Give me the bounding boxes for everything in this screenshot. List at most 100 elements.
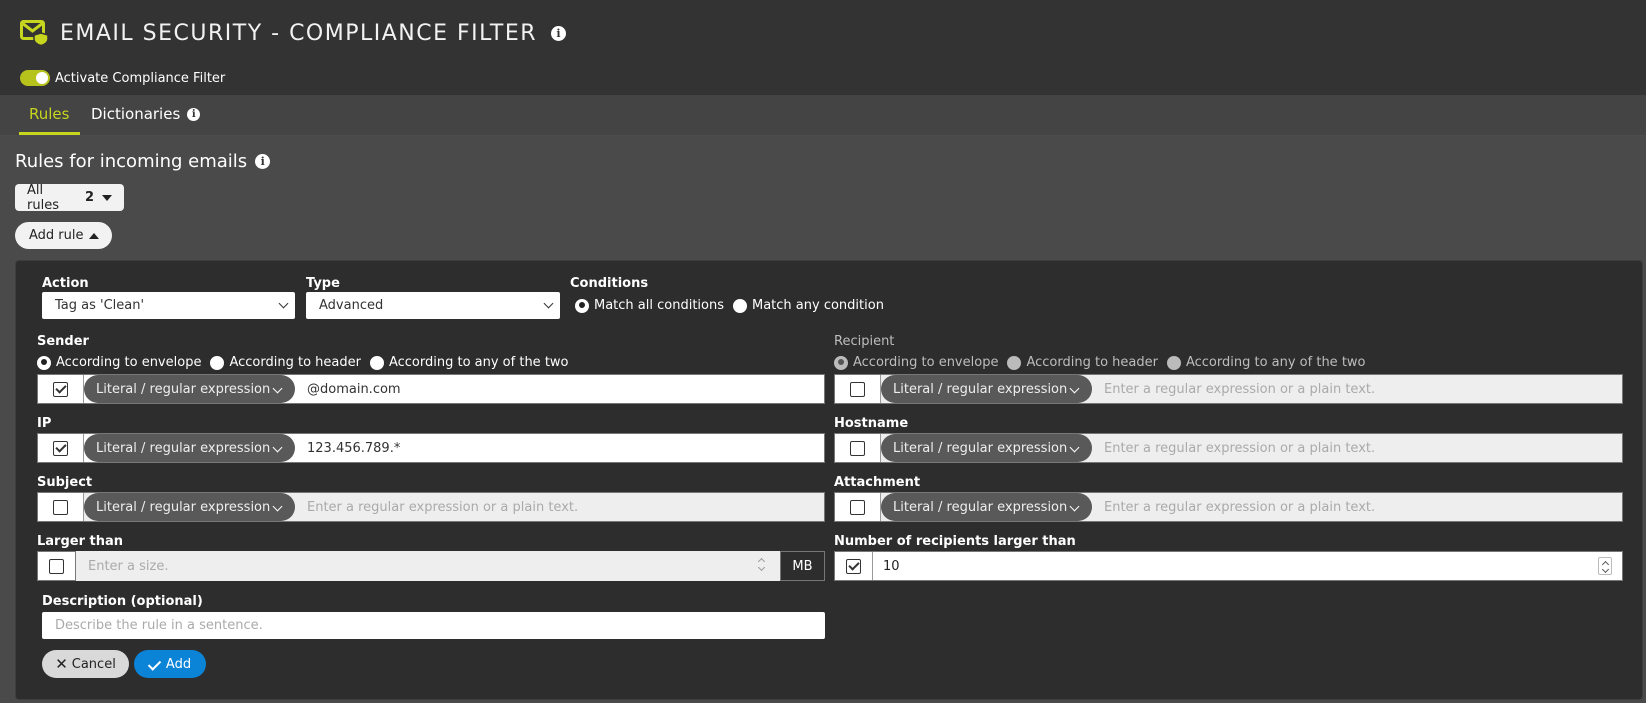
all-rules-label: All rules [27,182,59,213]
subject-input[interactable]: Enter a regular expression or a plain te… [295,493,824,521]
radio-button[interactable] [1007,355,1022,370]
cancel-label: Cancel [71,656,116,672]
chevron-down-icon [272,501,283,512]
recipient-field: Literal / regular expression Enter a reg… [834,374,1623,404]
active-tab-indicator [19,132,80,135]
ip-field: Literal / regular expression 123.456.789… [37,433,825,463]
cancel-button[interactable]: ✕ Cancel [42,650,129,678]
sender-checkbox-cell[interactable] [38,375,84,403]
page-title: EMAIL SECURITY - COMPLIANCE FILTER [60,20,538,46]
recipient-header-option[interactable]: According to header [1007,355,1158,370]
match-any-option[interactable]: Match any condition [733,298,884,313]
hostname-input[interactable]: Enter a regular expression or a plain te… [1092,434,1622,462]
mode-label: Literal / regular expression [96,381,271,397]
sender-any-option[interactable]: According to any of the two [369,355,569,370]
tab-dictionaries-label: Dictionaries [91,105,181,123]
checkbox[interactable] [850,381,865,397]
ip-input[interactable]: 123.456.789.* [295,434,824,462]
ip-mode-dropdown[interactable]: Literal / regular expression [84,434,295,462]
info-icon[interactable]: i [551,25,567,41]
radio-button[interactable] [369,355,384,370]
mode-label: Literal / regular expression [893,381,1068,397]
hostname-mode-dropdown[interactable]: Literal / regular expression [881,434,1092,462]
info-icon[interactable]: i [187,107,201,121]
all-rules-dropdown[interactable]: All rules 2 [15,182,124,213]
sender-mode-dropdown[interactable]: Literal / regular expression [84,375,295,403]
attachment-field: Literal / regular expression Enter a reg… [834,492,1623,522]
action-select[interactable]: Tag as 'Clean' [42,292,295,319]
description-input[interactable]: Describe the rule in a sentence. [42,612,825,639]
chevron-down-icon [278,298,289,309]
subject-mode-dropdown[interactable]: Literal / regular expression [84,493,295,521]
checkbox[interactable] [53,381,68,397]
ip-checkbox-cell[interactable] [38,434,84,462]
recipient-input[interactable]: Enter a regular expression or a plain te… [1092,375,1622,403]
type-select[interactable]: Advanced [306,292,560,319]
checkbox[interactable] [53,499,68,515]
recipient-checkbox-cell[interactable] [835,375,881,403]
attachment-input[interactable]: Enter a regular expression or a plain te… [1092,493,1622,521]
radio-button[interactable] [575,298,589,313]
attachment-mode-dropdown[interactable]: Literal / regular expression [881,493,1092,521]
chevron-down-icon [272,383,283,394]
tab-dictionaries[interactable]: Dictionaries i [91,105,201,123]
tab-rules[interactable]: Rules [29,105,69,123]
type-label: Type [306,276,340,291]
recipient-mode-dropdown[interactable]: Literal / regular expression [881,375,1092,403]
caret-up-icon [88,232,99,239]
radio-button[interactable] [834,355,848,370]
chevron-down-icon [543,298,554,309]
info-icon[interactable]: i [255,154,271,169]
spinner-icon[interactable] [1598,557,1612,575]
option-label: According to header [1026,355,1158,370]
chevron-down-icon [1069,501,1080,512]
mode-label: Literal / regular expression [96,499,271,515]
num-recipients-field: 10 [834,551,1623,581]
num-recipients-label: Number of recipients larger than [834,534,1076,549]
action-label: Action [42,276,89,291]
size-placeholder: Enter a size. [88,558,169,574]
radio-button[interactable] [37,355,51,370]
larger-than-checkbox-cell[interactable] [37,551,76,581]
checkbox[interactable] [850,499,865,515]
radio-button[interactable] [1166,355,1181,370]
recipient-label: Recipient [834,334,895,349]
checkbox[interactable] [49,558,64,574]
num-recipients-input[interactable]: 10 [873,552,1622,580]
title-row: EMAIL SECURITY - COMPLIANCE FILTER i [20,20,567,46]
recipient-envelope-option[interactable]: According to envelope [834,355,998,370]
num-recipients-value: 10 [883,558,900,574]
sender-header-option[interactable]: According to header [210,355,361,370]
hostname-checkbox-cell[interactable] [835,434,881,462]
chevron-down-icon [272,442,283,453]
activate-toggle-row: Activate Compliance Filter [20,70,225,86]
attachment-label: Attachment [834,475,921,490]
spinner-icon[interactable] [758,558,766,572]
num-recipients-checkbox-cell[interactable] [835,552,873,580]
sender-envelope-option[interactable]: According to envelope [37,355,201,370]
radio-button[interactable] [733,298,747,313]
subject-field: Literal / regular expression Enter a reg… [37,492,825,522]
recipient-any-option[interactable]: According to any of the two [1166,355,1366,370]
tab-rules-label: Rules [29,105,70,123]
attachment-checkbox-cell[interactable] [835,493,881,521]
hostname-field: Literal / regular expression Enter a reg… [834,433,1623,463]
larger-than-field: Enter a size. MB [37,551,825,581]
larger-than-label: Larger than [37,534,124,549]
subject-checkbox-cell[interactable] [38,493,84,521]
option-label: According to envelope [56,355,202,370]
activate-label: Activate Compliance Filter [55,70,226,86]
add-button[interactable]: Add [134,650,206,678]
size-unit: MB [780,551,825,581]
activate-toggle[interactable] [20,70,50,86]
match-all-option[interactable]: Match all conditions [575,298,724,313]
checkbox[interactable] [850,440,865,456]
checkbox[interactable] [53,440,68,456]
add-rule-button[interactable]: Add rule [15,222,112,249]
radio-button[interactable] [210,355,225,370]
chevron-down-icon [1069,383,1080,394]
checkbox[interactable] [846,558,861,574]
section-title-text: Rules for incoming emails [15,151,248,172]
sender-input[interactable]: @domain.com [295,375,824,403]
size-input[interactable]: Enter a size. [76,551,780,581]
